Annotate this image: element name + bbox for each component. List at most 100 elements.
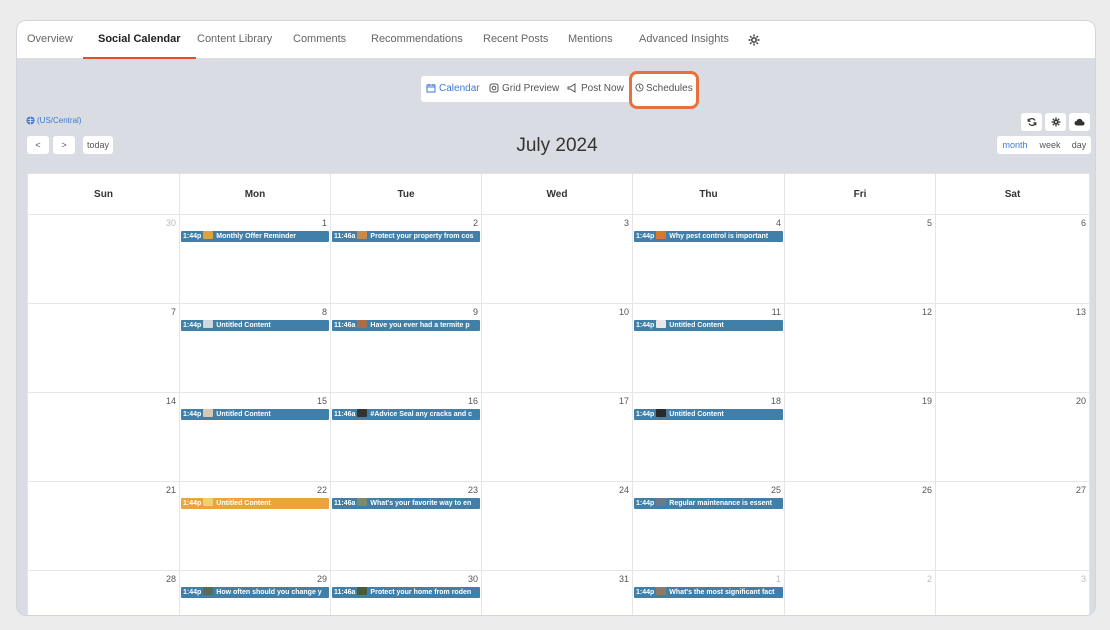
social-calendar-panel: Overview Social Calendar Content Library… [16, 20, 1096, 616]
scheduled-post[interactable]: 1:44p Monthly Offer Reminder [181, 231, 329, 242]
day-number: 25 [770, 485, 781, 495]
day-number: 29 [316, 574, 327, 584]
weekday-header: Fri [785, 174, 936, 215]
scheduled-post[interactable]: 1:44p Untitled Content [634, 409, 783, 420]
day-cell[interactable]: 14 [28, 393, 180, 482]
day-cell[interactable]: 18 1:44p Untitled Content [633, 393, 785, 482]
day-cell[interactable]: 2 [785, 571, 936, 615]
day-number: 28 [165, 574, 176, 584]
day-cell[interactable]: 31 [482, 571, 633, 615]
scheduled-post[interactable]: 1:44p Why pest control is important [634, 231, 783, 242]
day-number: 31 [618, 574, 629, 584]
day-cell[interactable]: 11 1:44p Untitled Content [633, 304, 785, 393]
day-view-button[interactable]: day [1067, 136, 1091, 154]
day-cell[interactable]: 23 11:46a What's your favorite way to en [331, 482, 482, 571]
scheduled-post[interactable]: 1:44p Untitled Content [634, 320, 783, 331]
day-number: 16 [467, 396, 478, 406]
day-cell[interactable]: 1 1:44p Monthly Offer Reminder [180, 215, 331, 304]
day-cell[interactable]: 7 [28, 304, 180, 393]
day-cell[interactable]: 15 1:44p Untitled Content [180, 393, 331, 482]
day-number: 2 [926, 574, 932, 584]
gear-icon[interactable] [746, 32, 762, 48]
day-cell[interactable]: 26 [785, 482, 936, 571]
scheduled-post[interactable]: 11:46a Protect your property from cos [332, 231, 480, 242]
refresh-icon[interactable] [1021, 113, 1042, 131]
tab-advanced-insights[interactable]: Advanced Insights [639, 21, 729, 59]
scheduled-post[interactable]: 11:46a #Advice Seal any cracks and c [332, 409, 480, 420]
tab-social-calendar[interactable]: Social Calendar [83, 21, 196, 59]
scheduled-post[interactable]: 11:46a Have you ever had a termite p [332, 320, 480, 331]
weekday-header: Thu [633, 174, 785, 215]
day-cell[interactable]: 8 1:44p Untitled Content [180, 304, 331, 393]
day-cell[interactable]: 17 [482, 393, 633, 482]
post-time: 1:44p [183, 233, 202, 240]
day-number: 15 [316, 396, 327, 406]
tab-content-library[interactable]: Content Library [197, 21, 272, 59]
post-thumbnail [656, 587, 667, 595]
day-number: 21 [165, 485, 176, 495]
day-number: 24 [618, 485, 629, 495]
cloud-icon[interactable] [1069, 113, 1090, 131]
day-cell[interactable]: 9 11:46a Have you ever had a termite p [331, 304, 482, 393]
post-title: Have you ever had a termite p [370, 322, 470, 329]
post-time: 1:44p [636, 322, 655, 329]
scheduled-post[interactable]: 1:44p How often should you change y [181, 587, 329, 598]
tab-mentions[interactable]: Mentions [568, 21, 613, 59]
week-view-button[interactable]: week [1033, 136, 1067, 154]
scheduled-post[interactable]: 11:46a Protect your home from roden [332, 587, 480, 598]
day-cell[interactable]: 22 1:44p Untitled Content [180, 482, 331, 571]
day-number: 9 [472, 307, 478, 317]
timezone-label[interactable]: (US/Central) [26, 116, 81, 125]
day-cell[interactable]: 2 11:46a Protect your property from cos [331, 215, 482, 304]
scheduled-post[interactable]: 1:44p Untitled Content [181, 320, 329, 331]
post-title: Untitled Content [669, 411, 724, 418]
post-title: How often should you change y [216, 589, 322, 596]
day-number: 1 [775, 574, 781, 584]
post-thumbnail [203, 320, 214, 328]
tab-overview[interactable]: Overview [27, 21, 73, 59]
calendar-grid: Sun Mon Tue Wed Thu Fri Sat 30 1 1:44p Monthly Off… [27, 173, 1090, 615]
scheduled-post[interactable]: 1:44p Regular maintenance is essent [634, 498, 783, 509]
post-thumbnail [656, 231, 667, 239]
tab-recent-posts[interactable]: Recent Posts [483, 21, 548, 59]
day-cell[interactable]: 25 1:44p Regular maintenance is essent [633, 482, 785, 571]
day-cell[interactable]: 1 1:44p What's the most significant fact [633, 571, 785, 615]
post-time: 11:46a [334, 322, 356, 329]
day-cell[interactable]: 4 1:44p Why pest control is important [633, 215, 785, 304]
view-calendar[interactable]: Calendar [426, 76, 480, 102]
weekday-header: Sun [28, 174, 180, 215]
day-cell[interactable]: 16 11:46a #Advice Seal any cracks and c [331, 393, 482, 482]
tab-recommendations[interactable]: Recommendations [371, 21, 463, 59]
day-cell[interactable]: 3 [482, 215, 633, 304]
day-cell[interactable]: 13 [936, 304, 1090, 393]
post-thumbnail [203, 498, 214, 506]
post-time: 1:44p [183, 322, 202, 329]
day-cell[interactable]: 19 [785, 393, 936, 482]
settings-icon[interactable] [1045, 113, 1066, 131]
view-post-now[interactable]: Post Now [567, 76, 624, 102]
month-view-button[interactable]: month [997, 136, 1033, 154]
schedules-button[interactable]: Schedules [629, 71, 699, 109]
day-number: 22 [316, 485, 327, 495]
scheduled-post[interactable]: 11:46a What's your favorite way to en [332, 498, 480, 509]
day-cell[interactable]: 30 11:46a Protect your home from roden [331, 571, 482, 615]
day-cell[interactable]: 21 [28, 482, 180, 571]
post-title: #Advice Seal any cracks and c [370, 411, 472, 418]
day-cell[interactable]: 10 [482, 304, 633, 393]
scheduled-post[interactable]: 1:44p Untitled Content [181, 498, 329, 509]
day-cell[interactable]: 12 [785, 304, 936, 393]
day-cell[interactable]: 27 [936, 482, 1090, 571]
day-cell[interactable]: 6 [936, 215, 1090, 304]
scheduled-post[interactable]: 1:44p Untitled Content [181, 409, 329, 420]
scheduled-post[interactable]: 1:44p What's the most significant fact [634, 587, 783, 598]
tab-comments[interactable]: Comments [293, 21, 346, 59]
day-cell[interactable]: 30 [28, 215, 180, 304]
day-cell[interactable]: 29 1:44p How often should you change y [180, 571, 331, 615]
day-cell[interactable]: 24 [482, 482, 633, 571]
view-grid-preview[interactable]: Grid Preview [489, 76, 559, 102]
day-cell[interactable]: 20 [936, 393, 1090, 482]
day-cell[interactable]: 3 [936, 571, 1090, 615]
day-number: 12 [921, 307, 932, 317]
day-cell[interactable]: 28 [28, 571, 180, 615]
day-cell[interactable]: 5 [785, 215, 936, 304]
